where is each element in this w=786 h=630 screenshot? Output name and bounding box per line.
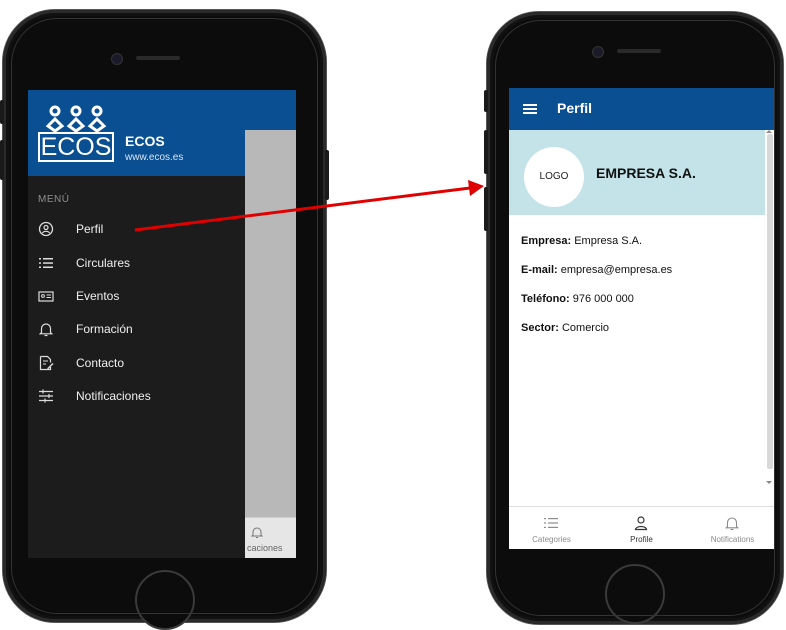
annotation-arrow — [134, 180, 484, 232]
